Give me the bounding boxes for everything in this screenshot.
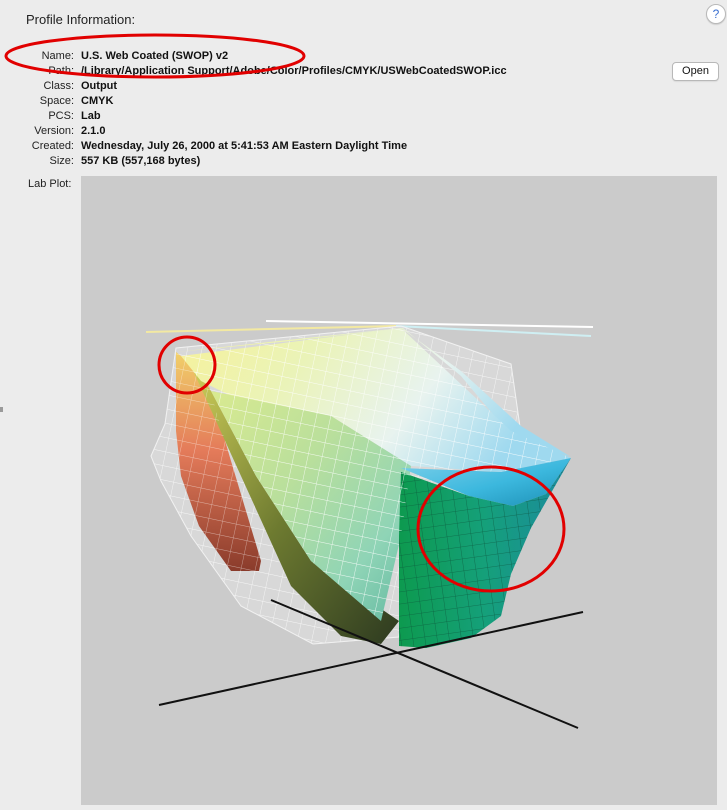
- info-row-size: Size: 557 KB (557,168 bytes): [0, 154, 560, 169]
- info-label-pcs: PCS:: [48, 110, 74, 122]
- profile-info-grid: Name: U.S. Web Coated (SWOP) v2 Path: /L…: [0, 49, 560, 169]
- info-row-name: Name: U.S. Web Coated (SWOP) v2: [0, 49, 560, 64]
- section-title: Profile Information:: [26, 12, 136, 27]
- info-value-size: 557 KB (557,168 bytes): [81, 155, 201, 167]
- info-value-pcs: Lab: [81, 110, 101, 122]
- info-value-created: Wednesday, July 26, 2000 at 5:41:53 AM E…: [81, 140, 408, 152]
- info-row-space: Space: CMYK: [0, 94, 560, 109]
- info-label-created: Created:: [31, 140, 74, 152]
- info-label-name: Name:: [41, 50, 74, 62]
- info-value-version: 2.1.0: [81, 125, 106, 137]
- info-row-version: Version: 2.1.0: [0, 124, 560, 139]
- info-value-path: /Library/Application Support/Adobe/Color…: [81, 65, 507, 77]
- info-label-class: Class:: [43, 80, 74, 92]
- info-value-space: CMYK: [81, 95, 114, 107]
- info-label-version: Version:: [34, 125, 74, 137]
- open-button[interactable]: Open: [672, 62, 719, 81]
- info-label-path: Path:: [48, 65, 74, 77]
- info-row-class: Class: Output: [0, 79, 560, 94]
- help-button[interactable]: ?: [706, 4, 726, 24]
- left-edge-tick: [0, 407, 3, 412]
- lab-gamut-plot[interactable]: [81, 176, 717, 805]
- info-row-path: Path: /Library/Application Support/Adobe…: [0, 64, 560, 79]
- question-mark-icon: ?: [712, 7, 720, 21]
- info-value-class: Output: [81, 80, 118, 92]
- info-label-space: Space:: [39, 95, 74, 107]
- info-value-name: U.S. Web Coated (SWOP) v2: [81, 50, 229, 62]
- info-label-size: Size:: [49, 155, 74, 167]
- info-row-created: Created: Wednesday, July 26, 2000 at 5:4…: [0, 139, 560, 154]
- info-row-pcs: PCS: Lab: [0, 109, 560, 124]
- lab-plot-view[interactable]: [81, 176, 717, 805]
- lab-plot-label: Lab Plot:: [28, 178, 72, 190]
